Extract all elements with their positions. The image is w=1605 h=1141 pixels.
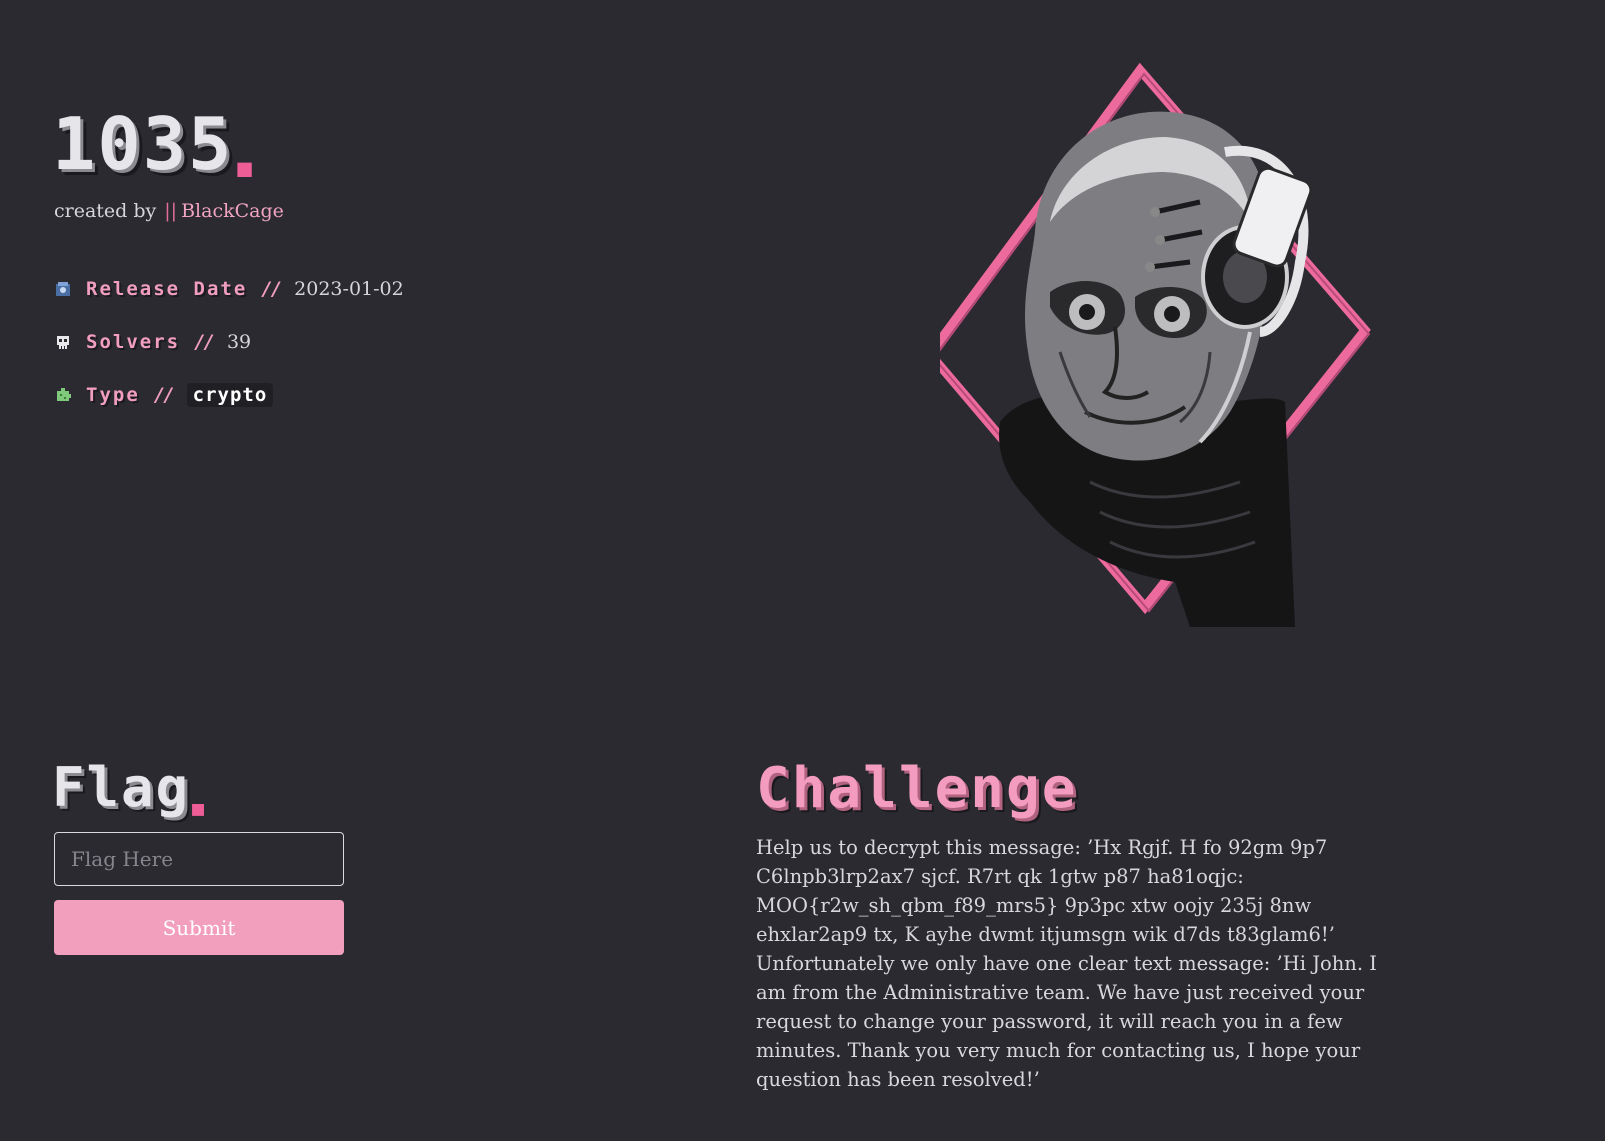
type-label: Type (86, 383, 140, 406)
skull-icon (54, 333, 72, 351)
solvers-value: 39 (226, 330, 252, 353)
submit-button[interactable]: Submit (54, 900, 344, 955)
creator-line: created by || BlackCage (54, 200, 284, 222)
flag-input[interactable] (54, 832, 344, 886)
meta-solvers: Solvers // 39 (54, 315, 404, 368)
challenge-id: 1035 (52, 102, 234, 186)
flag-heading-dot: ■ (192, 796, 207, 820)
author-name: BlackCage (181, 200, 284, 222)
creator-separator: || (164, 200, 178, 222)
type-tag[interactable]: crypto (186, 382, 274, 407)
flag-heading: Flag ■ (52, 756, 207, 820)
meta-type: Type // crypto (54, 368, 404, 421)
meta-divider: // (153, 383, 175, 406)
cyborg-portrait-image (924, 62, 1390, 647)
challenge-description: Help us to decrypt this message: ’Hx Rgj… (756, 836, 1377, 1091)
release-date-value: 2023-01-02 (294, 277, 404, 300)
puzzle-icon (54, 386, 72, 404)
solvers-label: Solvers (86, 330, 181, 353)
flag-heading-text: Flag (52, 756, 191, 819)
challenge-heading: Challenge (756, 756, 1078, 821)
meta-release-date: Release Date // 2023-01-02 (54, 262, 404, 315)
badge-icon (54, 280, 72, 298)
meta-divider: // (261, 277, 282, 300)
release-date-label: Release Date (86, 277, 248, 300)
challenge-id-title: 1035 ■ (52, 104, 254, 184)
created-by-label: created by (54, 200, 157, 222)
meta-divider: // (194, 330, 215, 353)
challenge-meta: Release Date // 2023-01-02 Solvers // 39 (54, 262, 404, 421)
title-dot: ■ (237, 154, 254, 182)
